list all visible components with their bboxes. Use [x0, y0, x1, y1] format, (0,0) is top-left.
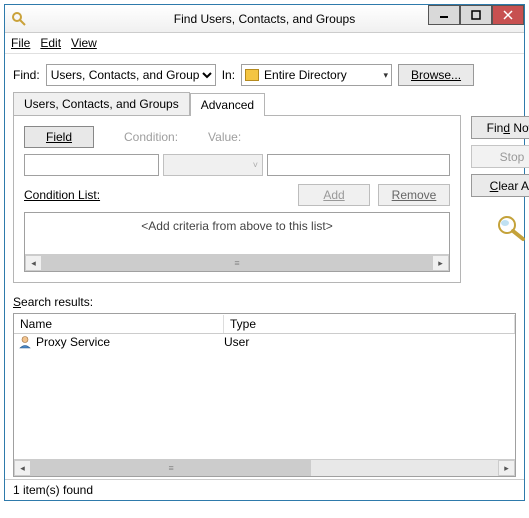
search-icon [495, 213, 529, 246]
find-dialog-window: Find Users, Contacts, and Groups File Ed… [4, 4, 525, 501]
in-combo[interactable]: Entire Directory ▾ [241, 64, 392, 86]
results-scroll-left[interactable]: ◂ [14, 460, 31, 476]
value-label: Value: [208, 130, 241, 144]
find-label: Find: [13, 68, 40, 82]
menu-view[interactable]: View [71, 36, 97, 50]
results-hscroll[interactable]: ◂ ≡ ▸ [14, 459, 515, 476]
remove-button[interactable]: Remove [378, 184, 450, 206]
search-scope-row: Find: Users, Contacts, and Groups In: En… [5, 54, 524, 92]
tab-users-contacts-groups[interactable]: Users, Contacts, and Groups [13, 92, 190, 115]
browse-button[interactable]: Browse... [398, 64, 474, 86]
column-header-type[interactable]: Type [224, 315, 515, 333]
result-name: Proxy Service [36, 335, 110, 349]
menu-bar: File Edit View [5, 33, 524, 54]
find-now-button[interactable]: Find Now [471, 116, 529, 139]
value-input[interactable] [267, 154, 450, 176]
tab-advanced[interactable]: Advanced [190, 93, 265, 116]
add-button: Add [298, 184, 370, 206]
app-icon [11, 11, 27, 27]
stop-button: Stop [471, 145, 529, 168]
menu-edit[interactable]: Edit [40, 36, 61, 50]
minimize-button[interactable] [428, 5, 460, 25]
column-header-name[interactable]: Name [14, 315, 224, 333]
window-controls [428, 5, 524, 25]
scroll-thumb[interactable]: ≡ [42, 255, 432, 271]
results-scroll-thumb[interactable]: ≡ [31, 460, 311, 476]
result-type: User [224, 335, 511, 349]
clear-all-button[interactable]: Clear All [471, 174, 529, 197]
user-icon [18, 335, 32, 349]
criteria-list[interactable]: <Add criteria from above to this list> ◂… [24, 212, 450, 272]
results-scroll-right[interactable]: ▸ [498, 460, 515, 476]
advanced-panel: Field Condition: Value: ˅ Condition List… [13, 115, 461, 283]
action-column: Find Now Stop Clear All [471, 92, 529, 283]
condition-select: ˅ [163, 154, 263, 176]
criteria-placeholder: <Add criteria from above to this list> [25, 213, 449, 233]
scroll-left-button[interactable]: ◂ [25, 255, 42, 271]
maximize-button[interactable] [460, 5, 492, 25]
menu-file[interactable]: File [11, 36, 30, 50]
scroll-right-button[interactable]: ▸ [432, 255, 449, 271]
field-dropdown-button[interactable]: Field [24, 126, 94, 148]
field-input[interactable] [24, 154, 159, 176]
results-row[interactable]: Proxy Service User [14, 334, 515, 350]
condition-label: Condition: [124, 130, 178, 144]
in-combo-value: Entire Directory [264, 68, 347, 82]
title-bar: Find Users, Contacts, and Groups [5, 5, 524, 33]
find-combo[interactable]: Users, Contacts, and Groups [46, 64, 216, 86]
results-header: Name Type [14, 314, 515, 334]
results-label: Search results: [5, 291, 524, 311]
results-body: Proxy Service User [14, 334, 515, 459]
criteria-list-hscroll[interactable]: ◂ ≡ ▸ [25, 254, 449, 271]
condition-list-label: Condition List: [24, 188, 290, 202]
chevron-down-icon: ▾ [384, 70, 389, 81]
criteria-tabs: Users, Contacts, and Groups Advanced Fie… [13, 92, 461, 283]
close-button[interactable] [492, 5, 524, 25]
results-list[interactable]: Name Type Proxy Service User ◂ ≡ [13, 313, 516, 477]
folder-icon [245, 69, 259, 81]
status-bar: 1 item(s) found [5, 479, 524, 500]
in-label: In: [222, 68, 235, 82]
